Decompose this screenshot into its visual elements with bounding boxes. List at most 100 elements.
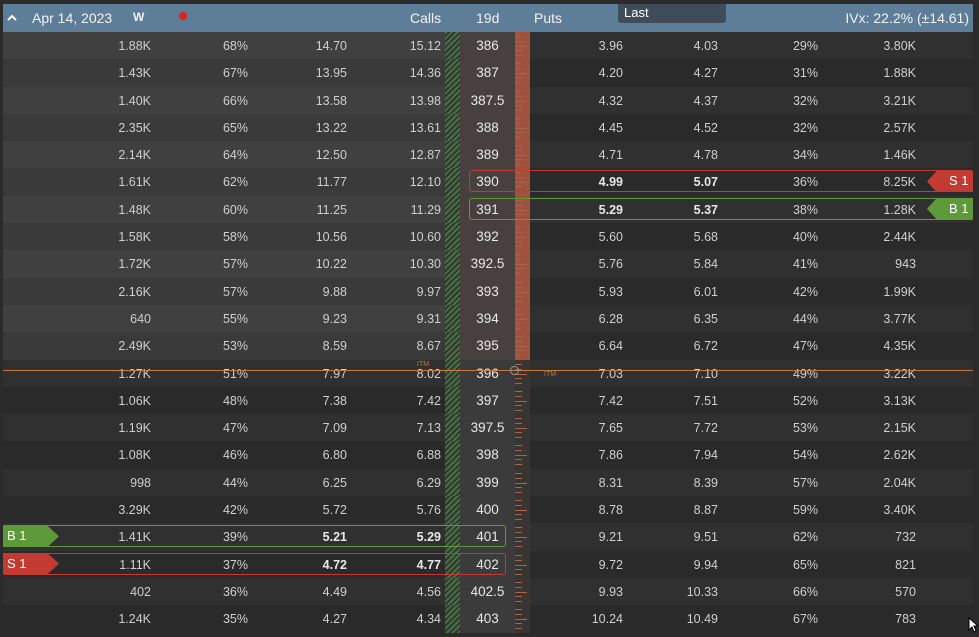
call-ask[interactable]: 6.29 xyxy=(373,476,441,490)
call-bid[interactable]: 11.25 xyxy=(273,203,347,217)
call-bid[interactable]: 14.70 xyxy=(273,39,347,53)
put-bid[interactable]: 8.31 xyxy=(568,476,623,490)
call-ask[interactable]: 8.02 xyxy=(373,367,441,381)
table-row[interactable]: 1.88K 68% 14.70 15.12 386 3.96 4.03 29% 3.80K xyxy=(3,32,973,60)
call-bid[interactable]: 12.50 xyxy=(273,148,347,162)
table-row[interactable]: 2.49K 53% 8.59 8.67 395 6.64 6.72 47% 4.35K xyxy=(3,332,973,360)
put-bid[interactable]: 7.42 xyxy=(568,394,623,408)
call-bid[interactable]: 10.22 xyxy=(273,257,347,271)
table-row[interactable]: 1.43K 67% 13.95 14.36 387 4.20 4.27 31% 1.88K xyxy=(3,59,973,87)
put-bid[interactable]: 7.65 xyxy=(568,421,623,435)
strike-price[interactable]: 386 xyxy=(460,38,515,53)
put-bid[interactable]: 4.32 xyxy=(568,94,623,108)
put-bid[interactable]: 9.93 xyxy=(568,585,623,599)
table-row[interactable]: 1.40K 66% 13.58 13.98 387.5 4.32 4.37 32% 3.21K xyxy=(3,86,973,114)
expiration-header[interactable]: Apr 14, 2023 W Calls 19d Puts Last IVx: … xyxy=(3,4,973,32)
call-ask[interactable]: 4.56 xyxy=(373,585,441,599)
chevron-up-icon[interactable] xyxy=(7,13,17,23)
table-row[interactable]: 1.08K 46% 6.80 6.88 398 7.86 7.94 54% 2.62K xyxy=(3,441,973,469)
table-row[interactable]: 3.29K 42% 5.72 5.76 400 8.78 8.87 59% 3.40K xyxy=(3,496,973,524)
table-row[interactable]: 2.14K 64% 12.50 12.87 389 4.71 4.78 34% 1.46K xyxy=(3,141,973,169)
call-bid[interactable]: 9.23 xyxy=(273,312,347,326)
strike-price[interactable]: 398 xyxy=(460,447,515,462)
put-ask[interactable]: 6.72 xyxy=(663,339,718,353)
put-ask[interactable]: 7.72 xyxy=(663,421,718,435)
put-bid[interactable]: 4.45 xyxy=(568,121,623,135)
table-row[interactable]: 402 36% 4.49 4.56 402.5 9.93 10.33 66% 570 xyxy=(3,577,973,606)
table-row[interactable]: 1.06K 48% 7.38 7.42 397 7.42 7.51 52% 3.13K xyxy=(3,386,973,415)
put-ask[interactable]: 10.33 xyxy=(663,585,718,599)
strike-price[interactable]: 389 xyxy=(460,147,515,162)
put-bid[interactable]: 5.93 xyxy=(568,285,623,299)
call-ask[interactable]: 14.36 xyxy=(373,66,441,80)
price-marker-icon[interactable] xyxy=(510,366,519,375)
call-bid[interactable]: 9.88 xyxy=(273,285,347,299)
call-ask[interactable]: 9.97 xyxy=(373,285,441,299)
put-ask[interactable]: 4.27 xyxy=(663,66,718,80)
put-ask[interactable]: 9.51 xyxy=(663,530,718,544)
put-ask[interactable]: 7.10 xyxy=(663,367,718,381)
table-row[interactable]: 1.27K 51% 7.97 8.02 396 7.03 7.10 49% 3.22K xyxy=(3,359,973,387)
put-ask[interactable]: 5.84 xyxy=(663,257,718,271)
call-bid[interactable]: 13.95 xyxy=(273,66,347,80)
strike-price[interactable]: 387 xyxy=(460,65,515,80)
call-ask[interactable]: 7.13 xyxy=(373,421,441,435)
table-row[interactable]: 1.24K 35% 4.27 4.34 403 10.24 10.49 67% 783 xyxy=(3,605,973,633)
call-bid[interactable]: 13.22 xyxy=(273,121,347,135)
call-bid[interactable]: 4.27 xyxy=(273,612,347,626)
table-row[interactable]: 998 44% 6.25 6.29 399 8.31 8.39 57% 2.04K xyxy=(3,468,973,497)
put-bid[interactable]: 9.72 xyxy=(568,558,623,572)
call-ask[interactable]: 9.31 xyxy=(373,312,441,326)
put-ask[interactable]: 4.37 xyxy=(663,94,718,108)
strike-price[interactable]: 402.5 xyxy=(460,584,515,599)
table-row[interactable]: 1.48K 60% 11.25 11.29 391 5.29 5.37 38% 1.28K B 1 xyxy=(3,195,973,224)
put-ask[interactable]: 6.01 xyxy=(663,285,718,299)
put-bid[interactable]: 6.64 xyxy=(568,339,623,353)
table-row[interactable]: 640 55% 9.23 9.31 394 6.28 6.35 44% 3.77K xyxy=(3,304,973,333)
put-bid[interactable]: 5.76 xyxy=(568,257,623,271)
call-ask[interactable]: 10.30 xyxy=(373,257,441,271)
put-ask[interactable]: 8.87 xyxy=(663,503,718,517)
table-row[interactable]: 1.61K 62% 11.77 12.10 390 4.99 5.07 36% 8.25K S 1 xyxy=(3,168,973,196)
put-ask[interactable]: 4.52 xyxy=(663,121,718,135)
strike-price[interactable]: 392 xyxy=(460,229,515,244)
call-ask[interactable]: 6.88 xyxy=(373,448,441,462)
table-row[interactable]: 1.72K 57% 10.22 10.30 392.5 5.76 5.84 41% 943 xyxy=(3,250,973,278)
call-ask[interactable]: 13.98 xyxy=(373,94,441,108)
call-bid[interactable]: 5.72 xyxy=(273,503,347,517)
table-row[interactable]: 1.11K 37% 4.72 4.77 402 9.72 9.94 65% 821 S 1 xyxy=(3,550,973,578)
strike-price[interactable]: 397 xyxy=(460,393,515,408)
put-bid[interactable]: 3.96 xyxy=(568,39,623,53)
put-bid[interactable]: 6.28 xyxy=(568,312,623,326)
call-bid[interactable]: 8.59 xyxy=(273,339,347,353)
put-bid[interactable]: 4.71 xyxy=(568,148,623,162)
put-bid[interactable]: 5.60 xyxy=(568,230,623,244)
strike-price[interactable]: 392.5 xyxy=(460,256,515,271)
table-row[interactable]: 1.41K 39% 5.21 5.29 401 9.21 9.51 62% 732 B 1 xyxy=(3,523,973,551)
put-bid[interactable]: 4.20 xyxy=(568,66,623,80)
strike-price[interactable]: 388 xyxy=(460,120,515,135)
put-bid[interactable]: 9.21 xyxy=(568,530,623,544)
call-ask[interactable]: 13.61 xyxy=(373,121,441,135)
strike-price[interactable]: 387.5 xyxy=(460,93,515,108)
call-bid[interactable]: 11.77 xyxy=(273,175,347,189)
put-ask[interactable]: 9.94 xyxy=(663,558,718,572)
put-bid[interactable]: 10.24 xyxy=(568,612,623,626)
put-bid[interactable]: 7.03 xyxy=(568,367,623,381)
call-bid[interactable]: 7.09 xyxy=(273,421,347,435)
call-ask[interactable]: 15.12 xyxy=(373,39,441,53)
call-ask[interactable]: 10.60 xyxy=(373,230,441,244)
put-bid[interactable]: 8.78 xyxy=(568,503,623,517)
table-row[interactable]: 2.16K 57% 9.88 9.97 393 5.93 6.01 42% 1.99K xyxy=(3,277,973,305)
call-ask[interactable]: 12.87 xyxy=(373,148,441,162)
call-bid[interactable]: 13.58 xyxy=(273,94,347,108)
call-bid[interactable]: 6.25 xyxy=(273,476,347,490)
call-ask[interactable]: 7.42 xyxy=(373,394,441,408)
put-ask[interactable]: 7.94 xyxy=(663,448,718,462)
strike-price[interactable]: 395 xyxy=(460,338,515,353)
strike-price[interactable]: 403 xyxy=(460,611,515,626)
table-row[interactable]: 2.35K 65% 13.22 13.61 388 4.45 4.52 32% 2.57K xyxy=(3,113,973,142)
strike-price[interactable]: 394 xyxy=(460,311,515,326)
call-bid[interactable]: 6.80 xyxy=(273,448,347,462)
call-bid[interactable]: 7.38 xyxy=(273,394,347,408)
